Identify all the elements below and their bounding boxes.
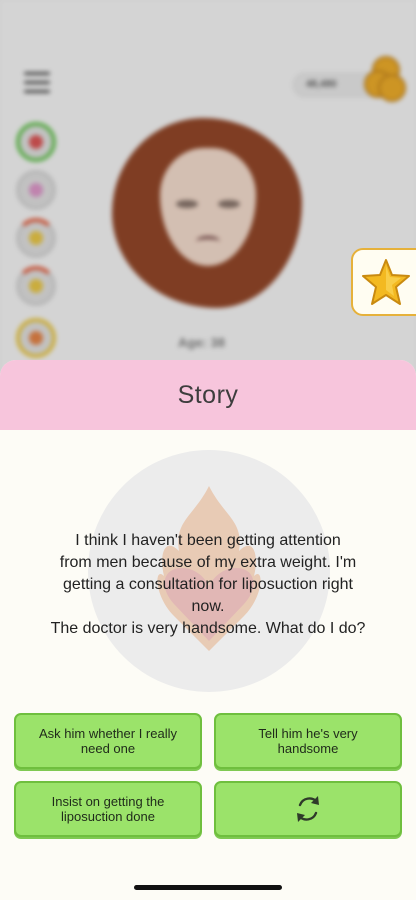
choice-tell-button[interactable]: Tell him he's very handsome bbox=[214, 713, 402, 769]
choice-ask-label-line: need one bbox=[80, 741, 136, 756]
choice-insist-button[interactable]: Insist on getting the liposuction done bbox=[14, 781, 202, 837]
story-line: The doctor is very handsome. What do I d… bbox=[50, 620, 366, 637]
story-line: getting a consultation for liposuction r… bbox=[63, 576, 353, 593]
story-header: Story bbox=[0, 360, 416, 430]
choice-tell-label: Tell him he's very handsome bbox=[258, 726, 358, 756]
choice-insist-label-line: Insist on getting the bbox=[51, 794, 165, 809]
story-title: Story bbox=[177, 380, 239, 409]
refresh-icon bbox=[297, 796, 319, 822]
story-line: now. bbox=[191, 598, 225, 615]
star-icon bbox=[362, 259, 410, 305]
story-content: I think I haven't been getting attention… bbox=[0, 430, 416, 720]
choice-ask-label-line: Ask him whether I really bbox=[39, 726, 177, 741]
star-button[interactable] bbox=[351, 248, 416, 316]
home-indicator[interactable] bbox=[134, 885, 282, 890]
choice-insist-label-line: liposuction done bbox=[61, 809, 155, 824]
story-panel: Story I think I haven't been getting att… bbox=[0, 360, 416, 900]
story-text: I think I haven't been getting attention… bbox=[20, 530, 396, 640]
choice-ask-button[interactable]: Ask him whether I really need one bbox=[14, 713, 202, 769]
refresh-choices-button[interactable] bbox=[214, 781, 402, 837]
story-line: from men because of my extra weight. I'm bbox=[59, 554, 357, 571]
story-line: I think I haven't been getting attention bbox=[75, 532, 341, 549]
